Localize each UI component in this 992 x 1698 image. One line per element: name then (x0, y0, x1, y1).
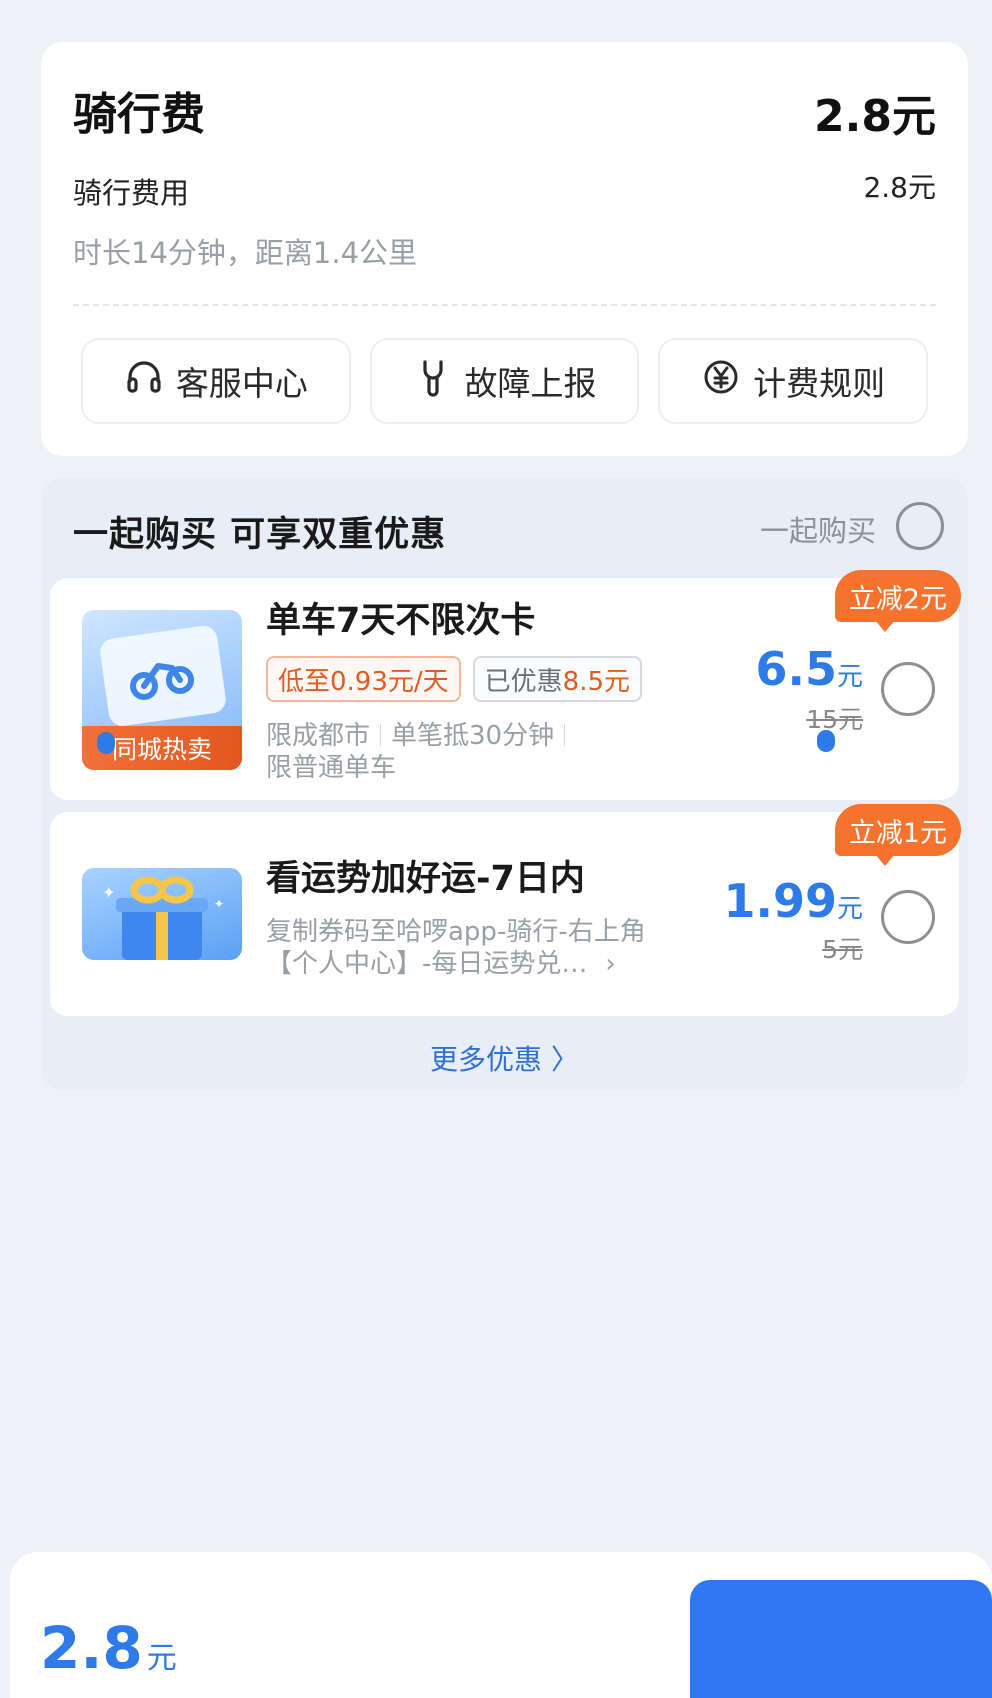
divider (73, 304, 936, 306)
wrench-icon (413, 357, 453, 405)
desc-text: 复制券码至哈啰app-骑行-右上角【个人中心】-每日运势兑… (266, 917, 646, 979)
total-price: 2.8 元 (40, 1614, 177, 1682)
separator (380, 724, 382, 746)
desc-deduct: 单笔抵30分钟 (391, 721, 555, 751)
offer-description: 复制券码至哈啰app-骑行-右上角【个人中心】-每日运势兑… › (266, 916, 696, 980)
desc-city: 限成都市 (266, 721, 371, 751)
total-unit: 元 (146, 1641, 177, 1676)
saved-prefix: 已优惠 (484, 666, 563, 697)
connector-dot (97, 732, 115, 754)
yen-coin-icon (701, 357, 741, 405)
bundle-title: 一起购买 可享双重优惠 (73, 515, 447, 555)
discount-badge: 立减2元 (834, 570, 961, 632)
svg-text:✦: ✦ (214, 897, 224, 911)
customer-service-button[interactable]: 客服中心 (81, 338, 351, 424)
ride-fee-item-value: 2.8元 (863, 171, 936, 204)
price-unit: 元 (836, 894, 863, 924)
price-value: 1.99 (723, 874, 837, 928)
svg-text:✦: ✦ (102, 883, 115, 902)
bundle-offers-panel: 一起购买 可享双重优惠 一起购买 同城热卖 单车7天不限次卡 低至0.93元/天… (41, 478, 968, 1090)
report-fault-button[interactable]: 故障上报 (369, 338, 640, 424)
connector-dot (817, 730, 835, 752)
headset-icon (124, 357, 164, 405)
saved-value: 8.5元 (562, 666, 631, 697)
ride-fee-title: 骑行费 (73, 89, 205, 140)
gift-box-icon: ✦ ✦ (102, 876, 224, 960)
offer-select-radio[interactable] (881, 890, 935, 944)
bundle-toggle-label: 一起购买 (759, 514, 876, 548)
offer-price: 6.5元 (755, 642, 863, 696)
more-offers-link[interactable]: 更多优惠 〉 (41, 1038, 968, 1078)
offer-description: 限成都市 单笔抵30分钟 限普通单车 (266, 720, 575, 784)
bottom-pay-bar: 2.8 元 (10, 1552, 992, 1698)
ride-fee-total: 2.8元 (814, 91, 936, 142)
gift-thumbnail: ✦ ✦ (82, 868, 242, 960)
offer-card-bike-pass[interactable]: 同城热卖 单车7天不限次卡 低至0.93元/天 已优惠 8.5元 限成都市 单笔抵3… (50, 570, 961, 800)
total-value: 2.8 (40, 1614, 143, 1682)
offer-card-fortune[interactable]: ✦ ✦ 看运势加好运-7日内 复制券码至哈啰app-骑行-右上角【个人中心】-每… (50, 804, 961, 1016)
offer-tags: 低至0.93元/天 已优惠 8.5元 (266, 656, 643, 702)
offer-price: 1.99元 (723, 874, 863, 928)
daily-price-tag: 低至0.93元/天 (266, 656, 461, 702)
offer-name: 看运势加好运-7日内 (266, 859, 585, 899)
discount-badge: 立减1元 (834, 804, 961, 866)
saved-amount-tag: 已优惠 8.5元 (472, 656, 643, 702)
customer-service-label: 客服中心 (175, 364, 308, 403)
billing-rules-label: 计费规则 (753, 364, 886, 403)
pay-button[interactable] (690, 1580, 992, 1698)
ride-fee-item-label: 骑行费用 (73, 176, 190, 210)
chevron-right-icon: › (605, 949, 616, 979)
original-price: 5元 (822, 935, 863, 964)
offer-select-radio[interactable] (881, 662, 935, 716)
action-row: 客服中心 故障上报 计费规则 (81, 338, 929, 424)
ride-fee-card: 骑行费 2.8元 骑行费用 2.8元 时长14分钟，距离1.4公里 客服中心 故… (41, 42, 968, 456)
original-price: 15元 (806, 705, 863, 734)
report-fault-label: 故障上报 (464, 364, 597, 403)
price-unit: 元 (836, 662, 863, 692)
bundle-toggle-radio[interactable] (896, 502, 944, 550)
ride-detail: 时长14分钟，距离1.4公里 (73, 236, 418, 270)
price-value: 6.5 (755, 642, 837, 696)
offer-name: 单车7天不限次卡 (266, 601, 536, 641)
order-settlement-page: 骑行费 2.8元 骑行费用 2.8元 时长14分钟，距离1.4公里 客服中心 故… (0, 0, 992, 1698)
desc-bike-type: 限普通单车 (266, 753, 397, 783)
billing-rules-button[interactable]: 计费规则 (658, 338, 929, 424)
separator (564, 724, 566, 746)
